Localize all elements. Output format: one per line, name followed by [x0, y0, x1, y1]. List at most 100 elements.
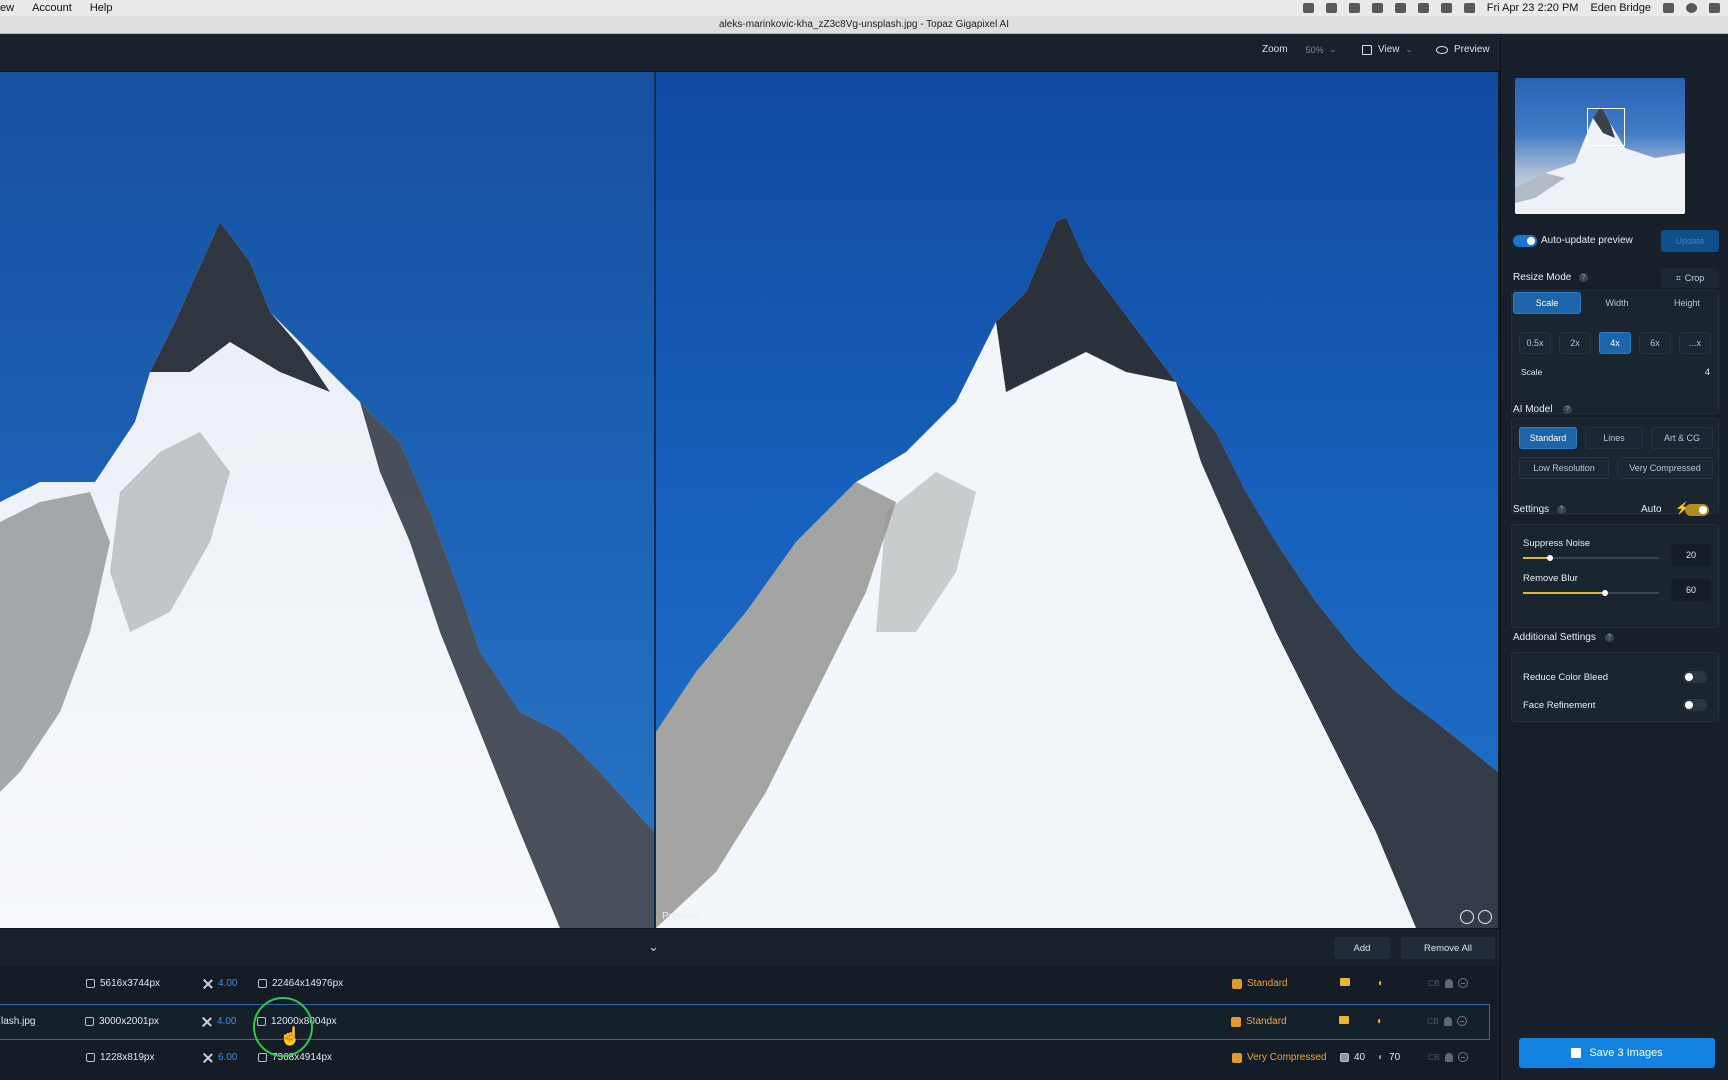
tab-width[interactable]: Width [1583, 292, 1651, 314]
output-size[interactable]: 22464x14976px [258, 978, 343, 989]
smiley-icon[interactable] [1460, 910, 1474, 924]
model-lines[interactable]: Lines [1585, 427, 1643, 449]
remove-blur-handle[interactable] [1601, 590, 1608, 596]
menubar-datetime[interactable]: Fri Apr 23 2:20 PM [1487, 2, 1579, 14]
menu-view[interactable]: ew [0, 2, 14, 14]
menubar-user[interactable]: Eden Bridge [1590, 2, 1651, 14]
model-icon [1232, 1052, 1242, 1063]
scale-preset-custom[interactable]: ...x [1679, 332, 1711, 354]
scale-factor[interactable]: 6.00 [203, 1052, 237, 1063]
blur-setting[interactable]: ◐ [1377, 1016, 1383, 1027]
preview-image-pane[interactable] [656, 72, 1498, 928]
noise-setting[interactable] [1340, 978, 1350, 986]
scale-preset-0-5x[interactable]: 0.5x [1519, 332, 1551, 354]
suppress-noise-fill [1523, 557, 1551, 559]
noise-setting[interactable]: 40 [1340, 1052, 1365, 1063]
flame-icon[interactable] [1371, 3, 1383, 13]
image-viewer[interactable]: Preview [0, 72, 1498, 928]
help-icon[interactable]: ? [1563, 405, 1572, 414]
help-icon[interactable]: ? [1605, 633, 1614, 642]
help-icon[interactable]: ? [1579, 273, 1588, 282]
volume-icon[interactable] [1463, 3, 1475, 13]
scale-preset-4x[interactable]: 4x [1599, 332, 1631, 354]
screen-record-icon[interactable] [1302, 3, 1314, 13]
suppress-noise-label: Suppress Noise [1523, 538, 1591, 549]
chevron-down-icon: ⌄ [1329, 45, 1337, 54]
chevron-down-icon: ⌄ [1405, 45, 1413, 54]
model-standard[interactable]: Standard [1519, 427, 1577, 449]
remove-blur-input[interactable]: 60 [1671, 579, 1711, 601]
time-machine-icon[interactable] [1394, 3, 1406, 13]
remove-all-button[interactable]: Remove All [1401, 937, 1495, 959]
remove-row-icon[interactable] [1456, 1016, 1467, 1026]
auto-update-toggle[interactable] [1513, 235, 1537, 247]
suppress-noise-input[interactable]: 20 [1671, 544, 1711, 566]
blur-setting[interactable]: ◐ 70 [1378, 1052, 1400, 1063]
scale-factor[interactable]: 4.00 [203, 978, 237, 989]
save-images-button[interactable]: Save 3 Images [1519, 1038, 1715, 1068]
face-refinement-toggle[interactable] [1683, 699, 1707, 711]
navigator-thumbnail[interactable] [1515, 78, 1685, 214]
face-icon[interactable] [1444, 1052, 1453, 1062]
blur-setting[interactable]: ◐ [1378, 978, 1384, 989]
auto-settings-toggle[interactable] [1685, 504, 1709, 516]
add-button[interactable]: Add [1334, 937, 1390, 959]
remove-row-icon[interactable] [1457, 1052, 1468, 1062]
tab-scale[interactable]: Scale [1513, 292, 1581, 314]
ai-model[interactable]: Very Compressed [1232, 1052, 1326, 1063]
dropbox-icon[interactable] [1348, 3, 1360, 13]
menu-account[interactable]: Account [32, 2, 72, 14]
resize-mode-header: Resize Mode ? ⌗ Crop [1513, 266, 1719, 288]
ai-model[interactable]: Standard [1231, 1016, 1287, 1027]
face-refinement-label: Face Refinement [1523, 700, 1596, 711]
scale-preset-6x[interactable]: 6x [1639, 332, 1671, 354]
noise-setting[interactable] [1339, 1016, 1349, 1024]
gigapixel-app: ew Account Help Fri Apr 23 2:20 PM Eden … [0, 0, 1728, 1080]
viewport-indicator[interactable] [1587, 108, 1625, 146]
color-bleed-badge[interactable]: CB [1428, 978, 1440, 988]
remove-row-icon[interactable] [1457, 978, 1468, 988]
spotlight-icon[interactable] [1663, 3, 1674, 13]
siri-icon[interactable] [1686, 3, 1697, 13]
settings-panel: Auto-update preview Update Resize Mode ?… [1500, 34, 1728, 1080]
model-art-cg[interactable]: Art & CG [1651, 427, 1713, 449]
model-very-compressed[interactable]: Very Compressed [1617, 457, 1713, 479]
input-size: 1228x819px [86, 1052, 155, 1063]
preview-label: Preview [1454, 44, 1490, 55]
queue-row-selected[interactable]: lash.jpg 3000x2001px 4.00 12000x8004px S… [0, 1004, 1490, 1040]
scale-preset-2x[interactable]: 2x [1559, 332, 1591, 354]
scale-factor[interactable]: 4.00 [202, 1016, 236, 1027]
zoom-value[interactable]: 50% [1306, 45, 1324, 55]
ai-model[interactable]: Standard [1232, 978, 1288, 989]
tab-height[interactable]: Height [1653, 292, 1721, 314]
ai-model-label: AI Model [1513, 404, 1553, 415]
color-bleed-badge[interactable]: CB [1428, 1052, 1440, 1062]
queue-row[interactable]: 1228x819px 6.00 7368x4914px Very Compres… [0, 1041, 1490, 1077]
face-icon[interactable] [1443, 1016, 1452, 1026]
reduce-color-bleed-label: Reduce Color Bleed [1523, 672, 1609, 683]
queue-row[interactable]: 5616x3744px 4.00 22464x14976px Standard … [0, 967, 1490, 1003]
scale-value[interactable]: 4 [1705, 367, 1710, 377]
reduce-color-bleed-toggle[interactable] [1683, 671, 1707, 683]
help-icon[interactable]: ? [1557, 505, 1566, 514]
input-size: 3000x2001px [85, 1016, 159, 1027]
update-button[interactable]: Update [1661, 230, 1719, 252]
view-control[interactable]: View ⌄ [1362, 44, 1412, 55]
wifi-icon[interactable] [1440, 3, 1452, 13]
menu-help[interactable]: Help [90, 2, 113, 14]
crop-button[interactable]: ⌗ Crop [1661, 268, 1719, 288]
collapse-chevron-icon[interactable]: ⌄ [648, 939, 659, 955]
face-icon[interactable] [1444, 978, 1453, 988]
zoom-control[interactable]: Zoom 50% ⌄ [1262, 44, 1336, 55]
model-low-resolution[interactable]: Low Resolution [1519, 457, 1609, 479]
suppress-noise-icon [1339, 1016, 1349, 1024]
bluetooth-icon[interactable] [1417, 3, 1429, 13]
original-image-pane[interactable] [0, 72, 654, 928]
image-size-icon [85, 1017, 94, 1026]
control-center-icon[interactable] [1709, 3, 1720, 13]
face-compare-icon[interactable] [1478, 910, 1492, 924]
preview-toggle[interactable]: Preview [1436, 44, 1490, 55]
crop-icon: ⌗ [1675, 272, 1681, 283]
color-bleed-badge[interactable]: CB [1427, 1016, 1439, 1026]
creative-cloud-icon[interactable] [1325, 3, 1337, 13]
